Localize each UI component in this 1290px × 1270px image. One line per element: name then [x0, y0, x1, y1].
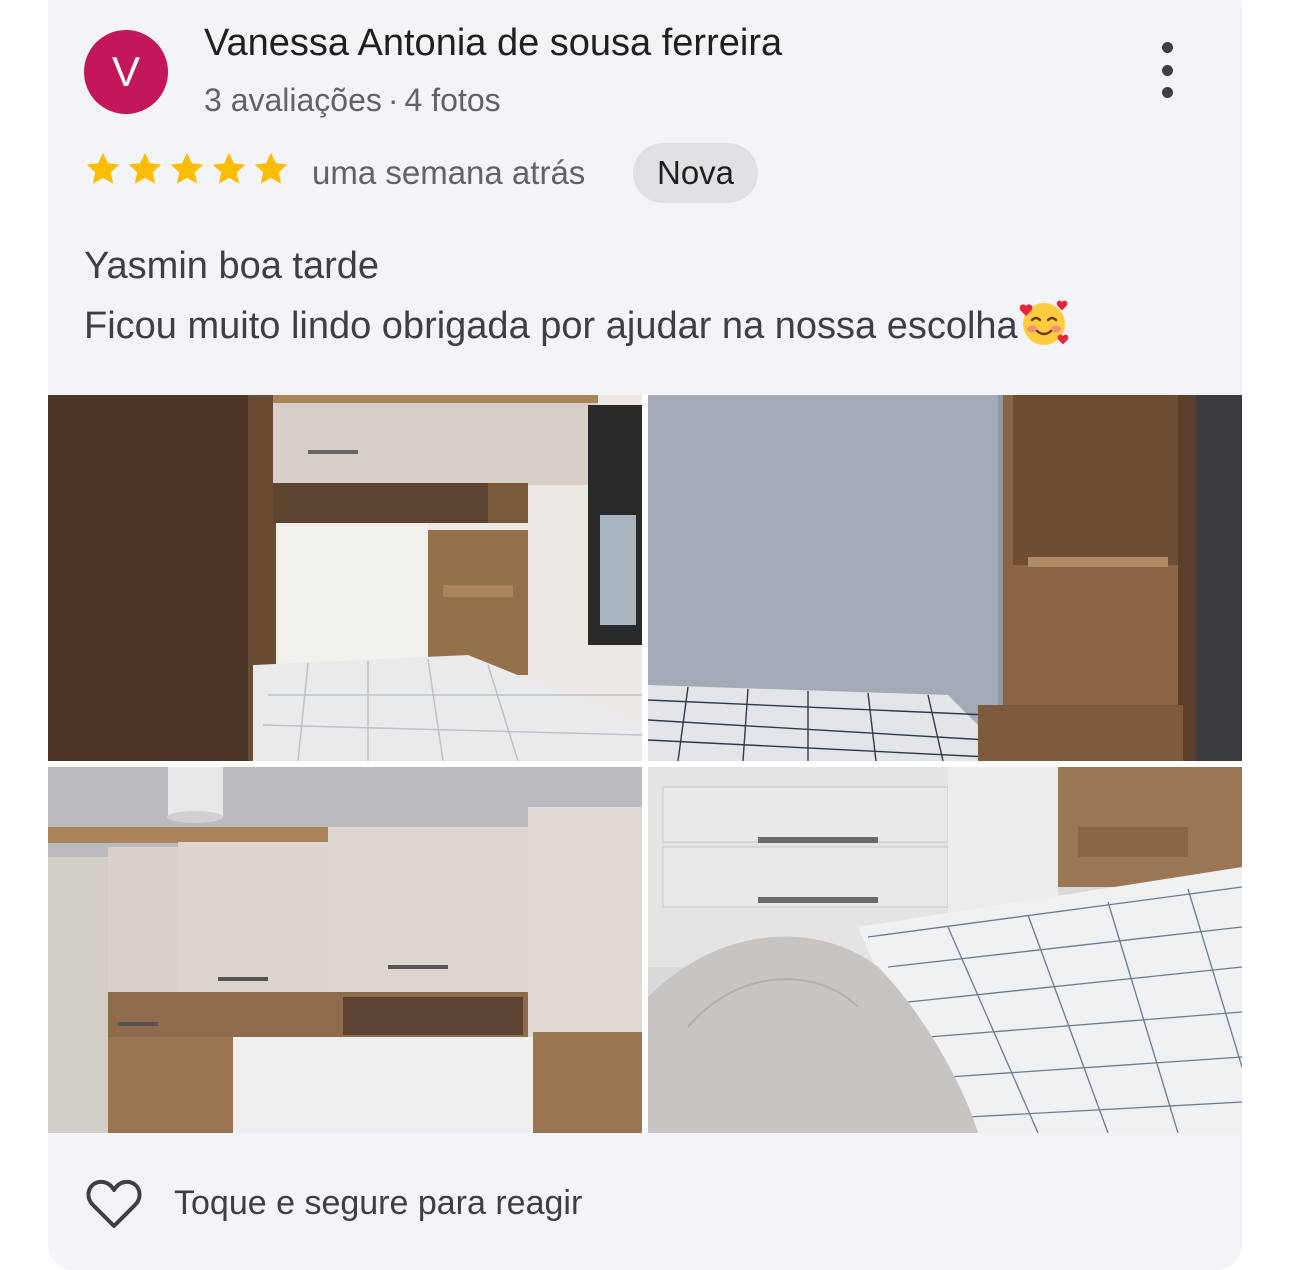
react-label[interactable]: Toque e segure para reagir — [174, 1184, 582, 1223]
photo-count: 4 fotos — [404, 82, 501, 118]
star-icon — [170, 152, 204, 184]
heart-icon[interactable] — [84, 1176, 144, 1232]
bedroom-photo-3[interactable] — [48, 767, 642, 1133]
reviewer-name[interactable]: Vanessa Antonia de sousa ferreira — [204, 22, 782, 65]
star-icon — [212, 152, 246, 184]
new-badge: Nova — [633, 143, 759, 203]
star-icon — [254, 152, 288, 184]
review-date: uma semana atrás — [312, 154, 586, 191]
more-options-icon[interactable] — [1152, 42, 1182, 98]
star-icon — [128, 152, 162, 184]
avatar[interactable]: V — [84, 30, 168, 114]
bedroom-photo-4[interactable] — [648, 767, 1242, 1133]
bedroom-photo-2[interactable] — [648, 395, 1242, 761]
meta-separator: · — [387, 82, 399, 118]
star-icon — [86, 152, 120, 184]
review-count: 3 avaliações — [204, 82, 382, 118]
photo-grid — [48, 395, 1242, 1133]
review-line: Ficou muito lindo obrigada por ajudar na… — [84, 305, 1018, 347]
smiling-face-with-hearts-icon — [1019, 300, 1068, 345]
menu-dot — [1161, 42, 1173, 53]
review-card: V Vanessa Antonia de sousa ferreira 3 av… — [48, 0, 1242, 1270]
star-rating — [84, 150, 290, 188]
review-line-with-emoji: Ficou muito lindo obrigada por ajudar na… — [84, 296, 1204, 356]
review-line: Yasmin boa tarde — [84, 245, 380, 287]
bedroom-photo-1[interactable] — [48, 395, 642, 761]
menu-dot — [1161, 87, 1173, 98]
reviewer-meta: 3 avaliações · 4 fotos — [204, 82, 501, 119]
avatar-initial: V — [111, 48, 140, 95]
review-text: Yasmin boa tarde Ficou muito lindo obrig… — [84, 236, 1204, 356]
menu-dot — [1161, 64, 1173, 76]
